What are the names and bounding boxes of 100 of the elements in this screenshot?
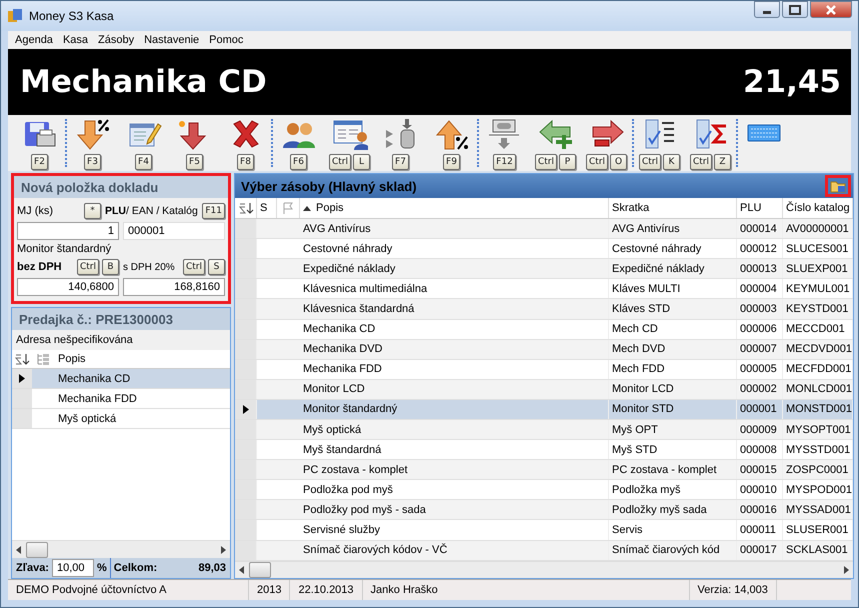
column-header[interactable]: Popis [54,353,86,365]
sort-icon[interactable] [14,352,30,366]
catalog-number-cell: ZOSPC0001 [783,460,854,480]
toolbar-button[interactable]: F4 [118,118,169,168]
table-row[interactable]: Snímač čiarových kódov - VČ Snímač čiarových kód 000017 SCKLAS001 [235,540,854,561]
field-label: MJ (ks) [17,205,54,217]
item-name-cell: Myš štandardná [300,440,609,460]
abbreviation-cell: Mech FDD [609,360,737,379]
flag-icon[interactable] [282,202,294,214]
close-icon [826,4,836,14]
close-button[interactable] [810,1,852,18]
toolbar-button[interactable]: F3 [67,118,118,168]
item-name-cell: Expedičné náklady [300,259,609,278]
item-name-cell: Myš optická [300,420,609,440]
discount-field[interactable]: 10,00 [52,559,94,577]
toolbar-button[interactable]: F7 [375,118,426,168]
abbreviation-cell: Expedičné náklady [609,259,737,278]
column-header[interactable]: Skratka [612,202,650,214]
abbreviation-cell: Servis [609,520,737,540]
table-row[interactable]: Monitor štandardný Monitor STD 000001 MONSTD001 [235,400,854,420]
menu-item[interactable]: Nastavenie [139,34,204,46]
key-cap: * [84,203,101,219]
plu-cell: 000009 [737,420,783,440]
catalog-number-cell: SCKLAS001 [783,540,854,560]
scrollbar-thumb[interactable] [249,562,271,578]
toolbar-button[interactable]: F8 [220,118,271,168]
key-cap: F12 [493,152,516,168]
toolbar-button[interactable]: Ctrl Z [685,118,736,168]
status-company-name: DEMO Podvojné účtovníctvo A [8,580,249,600]
row-selector[interactable] [235,400,257,419]
toolbar-button[interactable]: Ctrl L [324,118,375,168]
toolbar-button[interactable]: Ctrl P [530,118,581,168]
code-field[interactable]: 000001 [123,222,225,240]
menu-item[interactable]: Pomoc [204,34,248,46]
plu-cell: 000016 [737,500,783,520]
menu-item[interactable]: Kasa [58,34,94,46]
quantity-field[interactable]: 1 [17,222,119,240]
key-cap: Ctrl [638,152,661,168]
table-row[interactable]: PC zostava - komplet PC zostava - komplet 000015 ZOSPC0001 [235,460,854,480]
minimize-button[interactable] [754,1,780,18]
plu-cell: 000015 [737,460,783,480]
item-name-cell: PC zostava - komplet [300,460,609,480]
abbreviation-cell: Monitor LCD [609,380,737,399]
catalog-number-cell: MYSPOD001 [783,480,854,500]
key-cap: Ctrl [328,152,351,168]
table-row[interactable]: Klávesnica štandardná Kláves STD 000003 KEYSTD001 [235,299,854,320]
tree-icon[interactable] [36,353,50,365]
menu-item[interactable]: Agenda [10,34,58,46]
table-row[interactable]: Mechanika DVD Mech DVD 000007 MECDVD001 [235,340,854,360]
abbreviation-cell: Myš OPT [609,420,737,440]
toolbar-button[interactable]: F9 [426,118,477,168]
gross-price-field[interactable]: 168,8160 [123,278,225,296]
folder-options-button[interactable] [825,175,852,197]
sort-icon[interactable] [238,201,254,216]
plu-cell: 000002 [737,380,783,399]
column-header[interactable]: S [260,202,268,214]
table-row[interactable]: Myš optická Myš OPT 000009 MYSOPT001 [235,420,854,440]
receipt-row[interactable]: Mechanika CD [32,369,230,388]
plu-cell: 000012 [737,239,783,258]
catalog-number-cell: KEYMUL001 [783,279,854,298]
table-row[interactable]: AVG Antivírus AVG Antivírus 000014 AV00000001 [235,219,854,240]
toolbar-button[interactable]: F6 [273,118,324,168]
maximize-button[interactable] [782,1,808,18]
abbreviation-cell: Snímač čiarových kód [609,540,737,560]
row-selector[interactable] [12,369,32,388]
table-row[interactable]: Expedičné náklady Expedičné náklady 000013 SLUEXP001 [235,259,854,280]
column-header[interactable]: Číslo katalog [786,202,850,214]
key-cap: F6 [290,152,307,168]
toolbar-button[interactable]: Ctrl K [634,118,685,168]
column-header[interactable]: PLU [740,202,762,214]
field-label: bez DPH [17,261,63,273]
plu-cell: 000010 [737,480,783,500]
menu-item[interactable]: Zásoby [93,34,140,46]
catalog-number-cell: SLUEXP001 [783,259,854,278]
item-name-cell: AVG Antivírus [300,219,609,238]
table-row[interactable]: Podložky pod myš - sada Podložky myš sada 000016 MYSSAD001 [235,500,854,520]
status-date: 22.10.2013 [290,580,363,600]
abbreviation-cell: Kláves STD [609,299,737,319]
toolbar-button[interactable]: F2 [14,118,65,168]
table-row[interactable]: Monitor LCD Monitor LCD 000002 MONLCD001 [235,380,854,400]
toolbar-button[interactable]: F5 [169,118,220,168]
abbreviation-cell: Podložka myš [609,480,737,500]
plu-cell: 000003 [737,299,783,319]
catalog-number-cell: MECCD001 [783,320,854,339]
total-label: Celkom: [114,562,158,574]
toolbar-button[interactable]: F12 [479,118,530,168]
down-arrow-percent-icon [74,118,110,150]
receipt-row[interactable]: Mechanika FDD [32,389,230,408]
catalog-number-cell: MONLCD001 [783,380,854,399]
receipt-row[interactable]: Myš optická [32,409,230,428]
scrollbar-thumb[interactable] [26,542,48,558]
key-cap: F7 [392,152,409,168]
toolbar-button[interactable]: Ctrl O [581,118,632,168]
key-cap: F2 [31,152,48,168]
item-name-cell: Mechanika CD [300,320,609,339]
column-header[interactable]: Popis [316,202,344,214]
minimize-icon [763,11,771,14]
catalog-number-cell: MECDVD001 [783,340,854,359]
abbreviation-cell: AVG Antivírus [609,219,737,238]
net-price-field[interactable]: 140,6800 [17,278,119,296]
